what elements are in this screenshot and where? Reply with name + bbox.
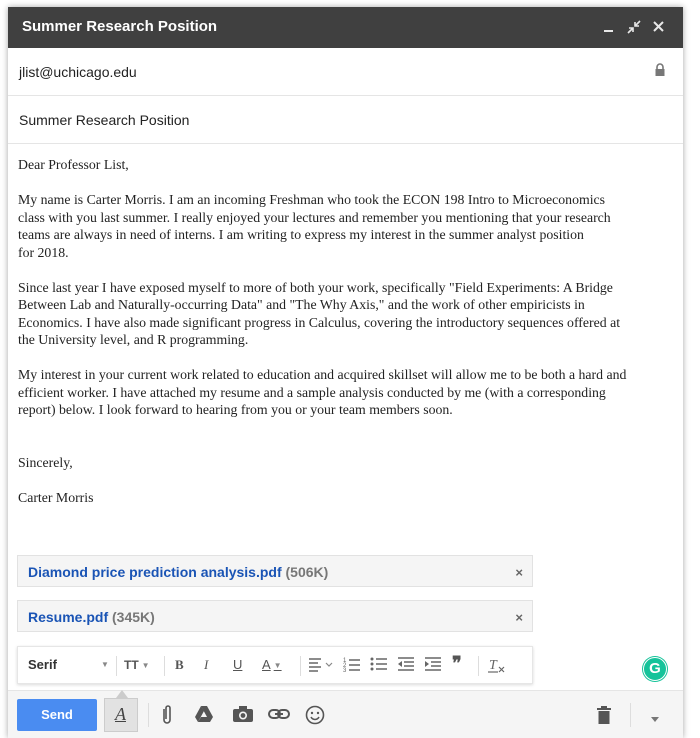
numbered-list-icon[interactable]: 1 2 3 bbox=[343, 656, 361, 675]
compose-titlebar[interactable]: Summer Research Position bbox=[8, 7, 683, 48]
font-family-select[interactable]: Serif bbox=[28, 657, 57, 672]
attachment-size: (506K) bbox=[285, 564, 329, 580]
attach-files-icon[interactable] bbox=[160, 705, 174, 730]
insert-link-icon[interactable] bbox=[268, 705, 290, 728]
to-field[interactable]: jlist@uchicago.edu bbox=[8, 48, 683, 96]
bold-icon[interactable]: B bbox=[175, 657, 184, 673]
google-drive-icon[interactable] bbox=[194, 705, 214, 728]
remove-formatting-icon[interactable]: T bbox=[487, 655, 507, 678]
svg-text:3: 3 bbox=[343, 668, 347, 672]
formatting-options-button[interactable]: A bbox=[104, 690, 138, 732]
recipient-address[interactable]: jlist@uchicago.edu bbox=[19, 64, 137, 80]
svg-text:T: T bbox=[489, 658, 498, 673]
underline-icon[interactable]: U bbox=[233, 657, 242, 672]
message-body[interactable]: Dear Professor List, My name is Carter M… bbox=[18, 156, 668, 506]
compose-window: Summer Research Position jlist@uchicago.… bbox=[8, 7, 683, 738]
attachment-name[interactable]: Diamond price prediction analysis.pdf bbox=[28, 564, 282, 580]
italic-icon[interactable]: I bbox=[204, 657, 208, 673]
exit-fullscreen-icon[interactable] bbox=[623, 15, 645, 39]
subject-field[interactable]: Summer Research Position bbox=[8, 96, 683, 144]
more-options-icon[interactable] bbox=[650, 711, 660, 729]
attachment-chip[interactable]: Diamond price prediction analysis.pdf (5… bbox=[17, 555, 533, 587]
send-button[interactable]: Send bbox=[17, 699, 97, 731]
greeting: Dear Professor List, bbox=[18, 157, 129, 172]
remove-attachment-icon[interactable]: × bbox=[515, 610, 523, 625]
lock-icon bbox=[654, 63, 666, 82]
signature: Carter Morris bbox=[18, 489, 94, 505]
attachment-name[interactable]: Resume.pdf bbox=[28, 609, 108, 625]
attachment-size: (345K) bbox=[112, 609, 155, 625]
indent-less-icon[interactable] bbox=[397, 656, 415, 675]
insert-emoji-icon[interactable] bbox=[305, 705, 325, 730]
closing: Sincerely, bbox=[18, 454, 73, 470]
compose-title: Summer Research Position bbox=[22, 18, 218, 35]
discard-draft-icon[interactable] bbox=[596, 705, 612, 730]
close-icon[interactable] bbox=[648, 15, 670, 39]
grammarly-icon[interactable]: G bbox=[643, 657, 667, 681]
formatting-icon: A bbox=[115, 704, 126, 724]
body-paragraph-3: My interest in your current work related… bbox=[18, 367, 627, 417]
compose-bottom-bar: Send A bbox=[8, 690, 683, 738]
body-paragraph-2: Since last year I have exposed myself to… bbox=[18, 279, 621, 348]
bulleted-list-icon[interactable] bbox=[370, 656, 388, 675]
font-family-dropdown-icon[interactable]: ▼ bbox=[98, 656, 109, 671]
indent-more-icon[interactable] bbox=[424, 656, 442, 675]
align-icon[interactable] bbox=[308, 656, 334, 675]
formatting-toolbar: Serif ▼ TT ▼ B I U A ▼ 1 2 3 ❞ T bbox=[17, 646, 533, 684]
font-size-icon[interactable]: TT ▼ bbox=[124, 657, 150, 672]
quote-icon[interactable]: ❞ bbox=[452, 653, 462, 674]
insert-photo-icon[interactable] bbox=[232, 705, 254, 728]
remove-attachment-icon[interactable]: × bbox=[515, 565, 523, 580]
attachment-chip[interactable]: Resume.pdf (345K) × bbox=[17, 600, 533, 632]
body-paragraph-1: My name is Carter Morris. I am an incomi… bbox=[18, 192, 611, 260]
minimize-icon[interactable] bbox=[598, 15, 620, 39]
text-color-icon[interactable]: A ▼ bbox=[262, 657, 282, 672]
subject-text[interactable]: Summer Research Position bbox=[19, 112, 189, 128]
